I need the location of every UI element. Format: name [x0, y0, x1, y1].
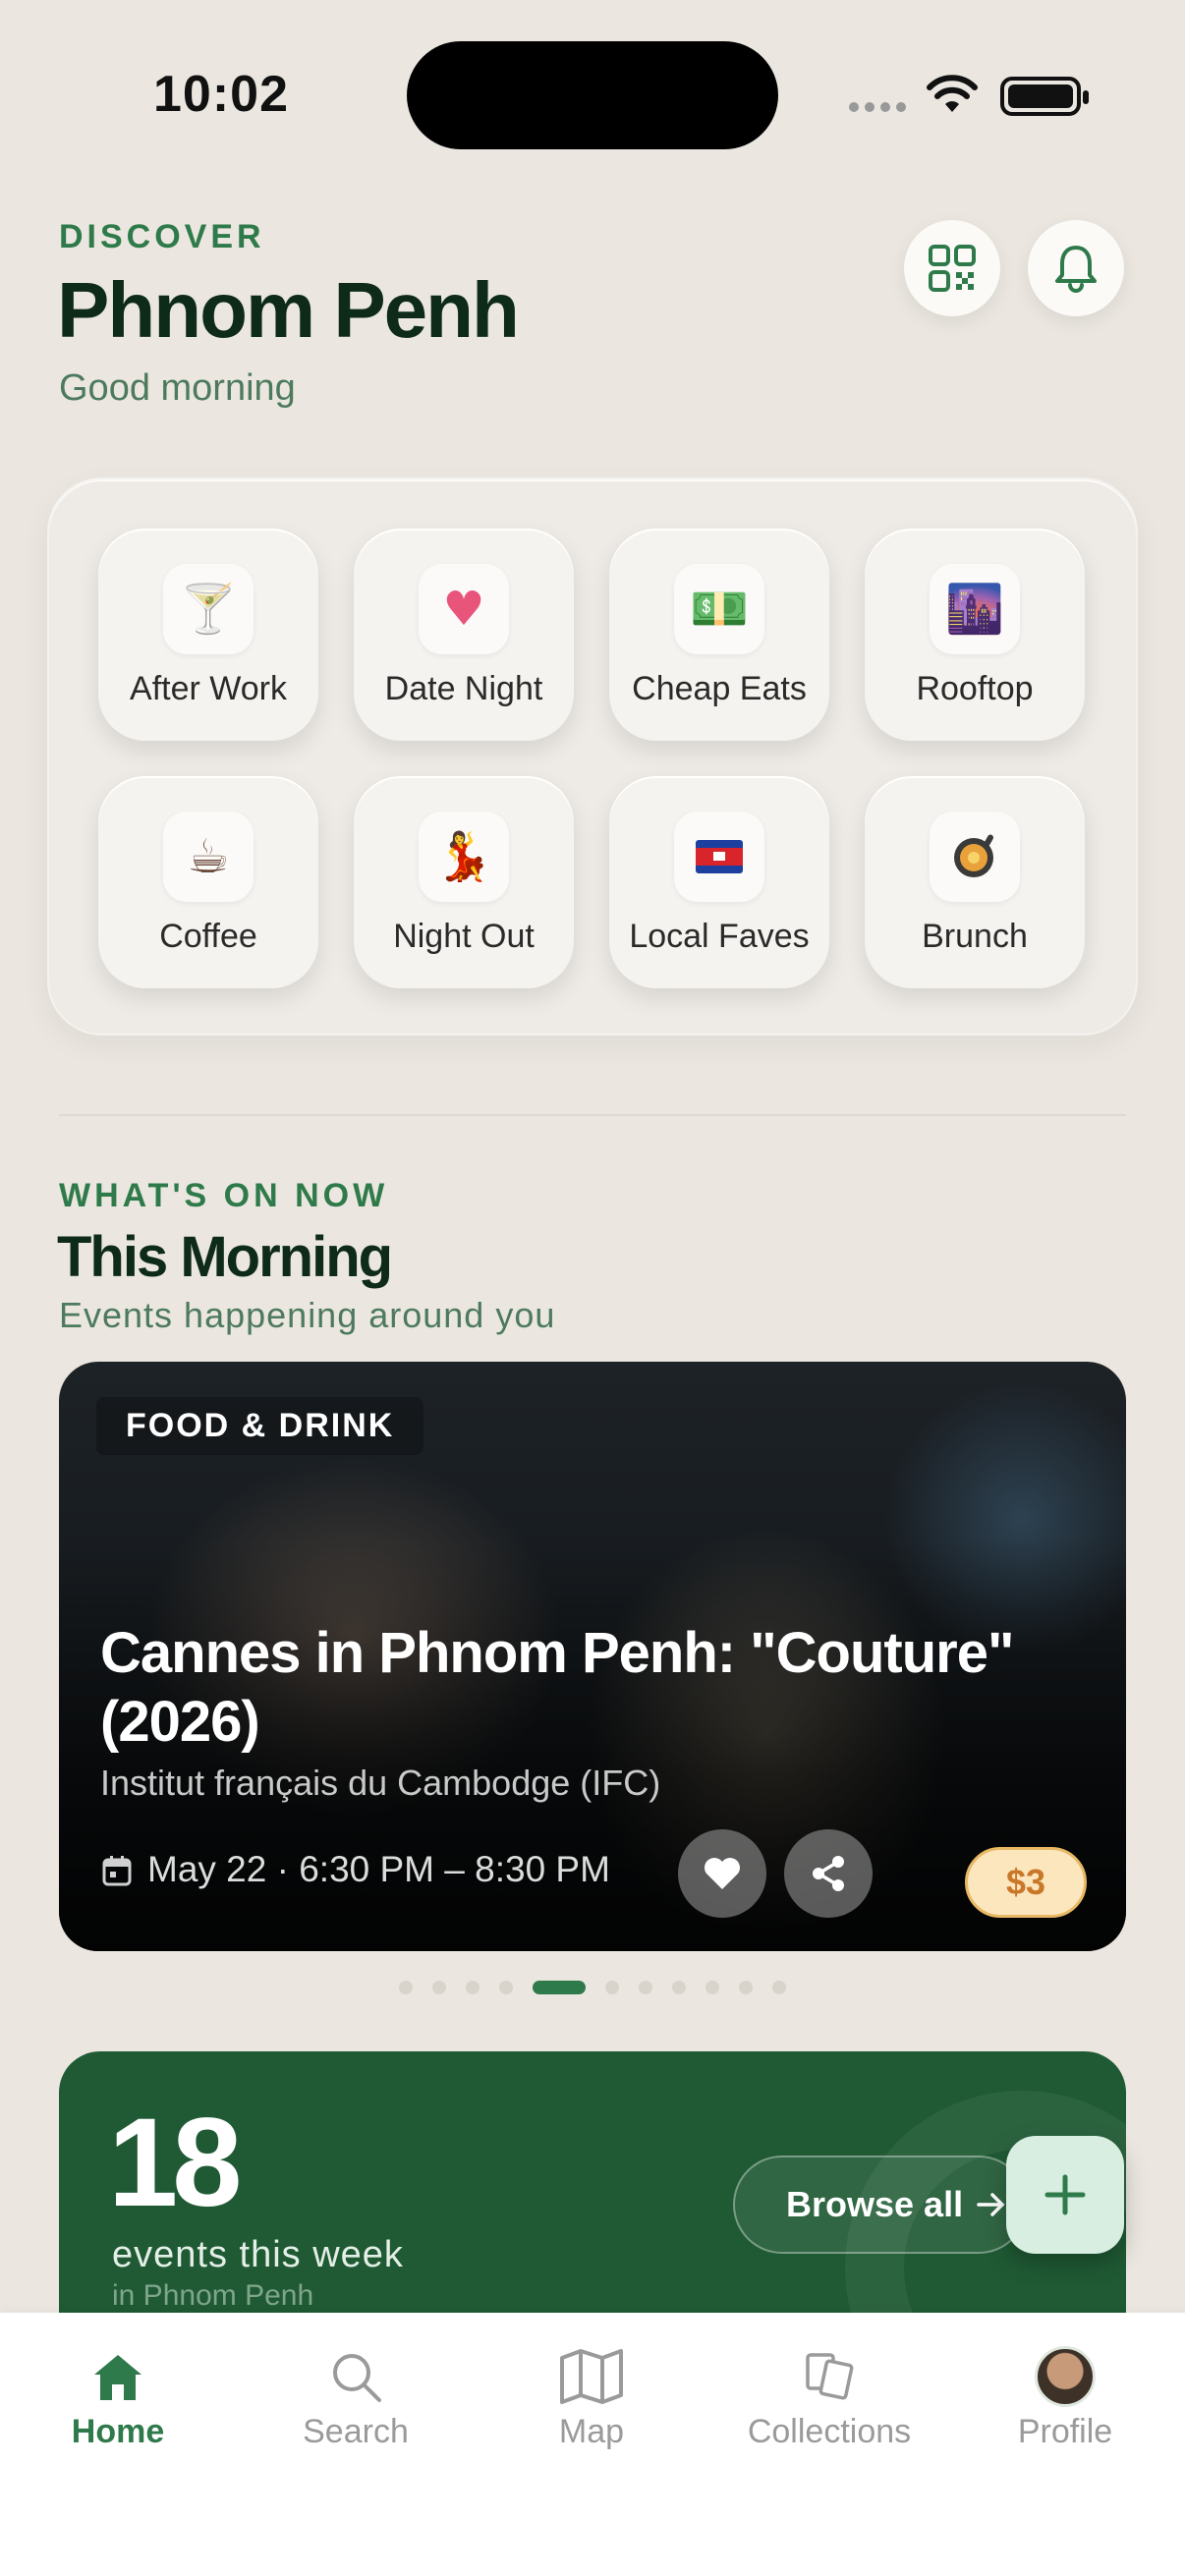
qr-code-button[interactable] [904, 220, 1000, 316]
map-icon [560, 2349, 623, 2404]
category-label: Cheap Eats [632, 670, 807, 707]
price-badge: $3 [965, 1847, 1087, 1918]
arrow-right-icon [977, 2193, 1005, 2216]
share-icon [813, 1856, 844, 1891]
category-label: Date Night [384, 670, 543, 707]
carousel-dot[interactable] [466, 1981, 480, 1994]
category-date-night[interactable]: ♥ Date Night [354, 529, 574, 741]
event-card[interactable]: FOOD & DRINK Cannes in Phnom Penh: "Cout… [59, 1362, 1126, 1951]
category-label: Rooftop [916, 670, 1034, 707]
category-label: Coffee [159, 918, 257, 955]
frying-pan-icon [930, 812, 1020, 902]
event-datetime: May 22 · 6:30 PM – 8:30 PM [147, 1849, 610, 1889]
search-icon [333, 2354, 381, 2402]
carousel-dot-active[interactable] [533, 1981, 586, 1994]
carousel-dot[interactable] [672, 1981, 686, 1994]
carousel-dot[interactable] [605, 1981, 619, 1994]
carousel-dot[interactable] [739, 1981, 753, 1994]
carousel-dot[interactable] [772, 1981, 786, 1994]
wifi-icon [927, 75, 978, 112]
carousel-dot[interactable] [432, 1981, 446, 1994]
browse-all-button[interactable]: Browse all [733, 2156, 1028, 2254]
avatar [1035, 2346, 1096, 2407]
tab-label: Search [303, 2413, 409, 2450]
section-divider [59, 1114, 1126, 1116]
category-label: Local Faves [629, 918, 810, 955]
tab-label: Collections [747, 2413, 912, 2450]
weekly-events-card: 18 events this week in Phnom Penh Browse… [59, 2051, 1126, 2346]
category-cheap-eats[interactable]: 💵 Cheap Eats [609, 529, 829, 741]
share-button[interactable] [784, 1829, 873, 1918]
cellular-signal-icon [849, 102, 906, 112]
event-category-badge: FOOD & DRINK [96, 1397, 424, 1455]
add-button[interactable] [1006, 2136, 1124, 2254]
category-after-work[interactable]: 🍸 After Work [98, 529, 318, 741]
category-local-faves[interactable]: Local Faves [609, 776, 829, 988]
events-location: in Phnom Penh [112, 2279, 314, 2312]
category-grid: 🍸 After Work ♥ Date Night 💵 Cheap Eats 🌆… [47, 477, 1138, 1036]
header-eyebrow: DISCOVER [59, 218, 265, 255]
events-count: 18 [108, 2093, 242, 2233]
tab-profile[interactable]: Profile [947, 2342, 1183, 2460]
coffee-icon: ☕ [163, 812, 254, 902]
collections-icon [806, 2353, 854, 2400]
carousel-dot[interactable] [705, 1981, 719, 1994]
category-label: Brunch [922, 918, 1028, 955]
home-icon [94, 2355, 141, 2400]
category-night-out[interactable]: 💃 Night Out [354, 776, 574, 988]
battery-icon [1000, 77, 1089, 116]
greeting-text: Good morning [59, 367, 296, 409]
category-brunch[interactable]: Brunch [865, 776, 1085, 988]
carousel-dot[interactable] [639, 1981, 652, 1994]
cocktail-icon: 🍸 [163, 564, 254, 654]
favorite-button[interactable] [678, 1829, 766, 1918]
qr-code-icon [929, 245, 976, 292]
bell-icon [1055, 246, 1097, 293]
category-rooftop[interactable]: 🌆 Rooftop [865, 529, 1085, 741]
heart-icon: ♥ [419, 564, 509, 654]
tab-collections[interactable]: Collections [711, 2342, 947, 2460]
carousel-indicator[interactable] [0, 1981, 1185, 1994]
browse-all-label: Browse all [786, 2184, 964, 2224]
category-coffee[interactable]: ☕ Coffee [98, 776, 318, 988]
event-venue: Institut français du Cambodge (IFC) [100, 1763, 661, 1803]
status-time: 10:02 [153, 66, 289, 123]
carousel-dot[interactable] [399, 1981, 413, 1994]
plus-icon [1044, 2174, 1086, 2215]
category-label: After Work [130, 670, 287, 707]
status-bar: 10:02 [0, 0, 1185, 196]
tab-label: Home [71, 2413, 165, 2450]
section-title: This Morning [57, 1225, 393, 1289]
money-icon: 💵 [674, 564, 764, 654]
heart-icon [705, 1858, 740, 1889]
tab-label: Profile [1017, 2413, 1113, 2450]
city-sunset-icon: 🌆 [930, 564, 1020, 654]
page-title: Phnom Penh [57, 266, 520, 354]
event-title: Cannes in Phnom Penh: "Couture" (2026) [100, 1621, 1014, 1754]
tab-bar: Home Search Map Collections Profile [0, 2313, 1185, 2576]
dancer-icon: 💃 [419, 812, 509, 902]
carousel-dot[interactable] [499, 1981, 513, 1994]
events-count-label: events this week [112, 2234, 404, 2275]
notifications-button[interactable] [1028, 220, 1124, 316]
tab-map[interactable]: Map [474, 2342, 709, 2460]
cambodia-flag-icon [674, 812, 764, 902]
section-eyebrow: WHAT'S ON NOW [59, 1177, 389, 1214]
tab-search[interactable]: Search [238, 2342, 474, 2460]
calendar-icon [102, 1856, 132, 1886]
category-label: Night Out [393, 918, 535, 955]
dynamic-island [407, 41, 778, 149]
tab-label: Map [558, 2413, 625, 2450]
tab-home[interactable]: Home [0, 2342, 236, 2460]
section-subtitle: Events happening around you [59, 1295, 556, 1335]
